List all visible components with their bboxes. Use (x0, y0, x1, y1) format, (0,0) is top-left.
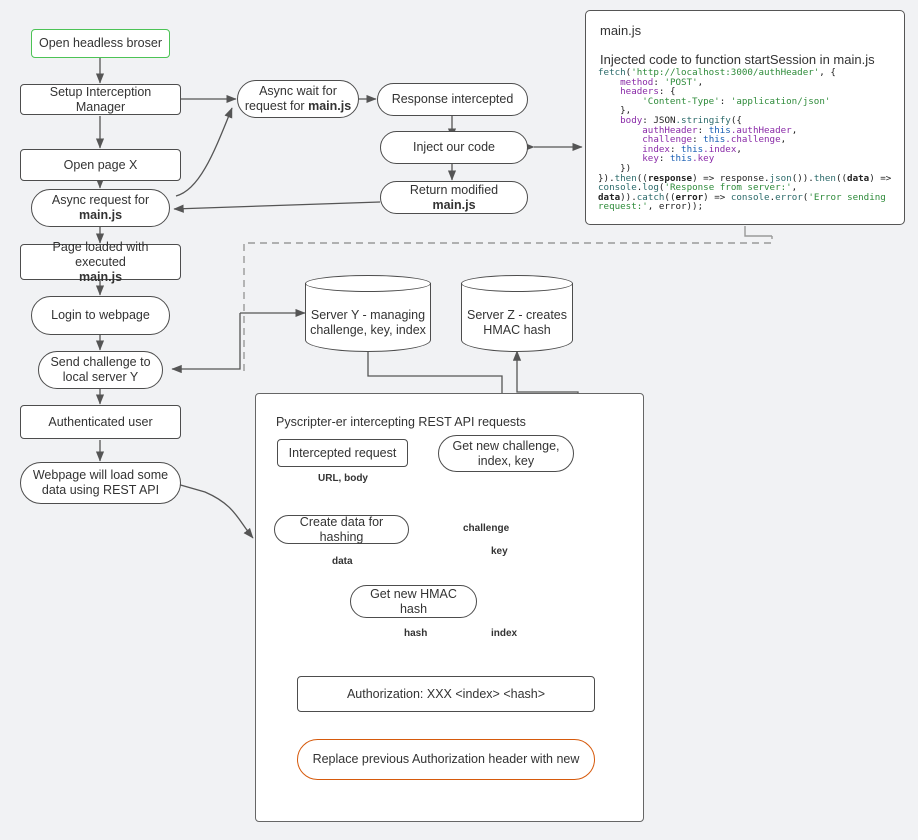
edge-label-index: index (489, 628, 520, 639)
node-label: Get new HMAC hash (370, 586, 457, 616)
rest-api-group-title: Pyscripter-er intercepting REST API requ… (276, 415, 526, 429)
node-authorization-header[interactable]: Authorization: XXX <index> <hash> (297, 676, 595, 712)
code-panel-title: main.js (600, 23, 642, 38)
code-panel-subtitle: Injected code to function startSession i… (600, 52, 875, 67)
node-async-request-mainjs[interactable]: Async request for main.js (31, 189, 170, 227)
node-response-intercepted[interactable]: Response intercepted (377, 83, 528, 116)
node-label: Get new challenge, index, key (452, 438, 560, 468)
node-login-to-webpage[interactable]: Login to webpage (31, 296, 170, 335)
node-label: Login to webpage (51, 308, 150, 322)
node-get-new-challenge[interactable]: Get new challenge, index, key (438, 435, 574, 472)
node-page-loaded-mainjs[interactable]: Page loaded with executed main.js (20, 240, 181, 284)
edge-label-data: data (330, 556, 355, 567)
node-label: Page loaded with executed main.js (52, 239, 149, 284)
node-authenticated-user[interactable]: Authenticated user (20, 405, 181, 439)
node-label: Setup Interception Manager (49, 84, 152, 114)
node-setup-interception-manager[interactable]: Setup Interception Manager (20, 84, 181, 115)
node-label: Authorization: XXX <index> <hash> (346, 686, 546, 701)
node-label: Return modified main.js (409, 182, 499, 212)
edge-label-challenge: challenge (461, 523, 512, 534)
node-label: Intercepted request (288, 445, 397, 460)
node-get-new-hmac-hash[interactable]: Get new HMAC hash (350, 585, 477, 618)
node-label: Send challenge to local server Y (50, 355, 151, 384)
cylinder-top (305, 275, 431, 292)
node-inject-our-code[interactable]: Inject our code (380, 131, 528, 164)
code-panel-source: fetch('http://localhost:3000/authHeader'… (598, 67, 897, 213)
node-label: Authenticated user (48, 414, 153, 429)
node-server-y[interactable]: Server Y - managing challenge, key, index (305, 275, 431, 352)
node-return-modified-mainjs[interactable]: Return modified main.js (380, 181, 528, 214)
node-intercepted-request[interactable]: Intercepted request (277, 439, 408, 467)
node-label: Open page X (63, 157, 138, 172)
code-panel-mainjs[interactable]: main.js Injected code to function startS… (585, 10, 905, 225)
node-label: Server Y - managing challenge, key, index (310, 307, 426, 337)
node-open-page-x[interactable]: Open page X (20, 149, 181, 181)
node-open-headless-browser[interactable]: Open headless broser (31, 29, 170, 58)
node-label: Replace previous Authorization header wi… (312, 752, 580, 766)
edge-label-url-body: URL, body (316, 473, 370, 484)
node-async-wait-request[interactable]: Async wait for request for main.js (237, 80, 359, 118)
node-send-challenge-server-y[interactable]: Send challenge to local server Y (38, 351, 163, 389)
node-label: Server Z - creates HMAC hash (466, 307, 568, 337)
cylinder-top (461, 275, 573, 292)
node-label: Async wait for request for main.js (244, 84, 352, 113)
node-label: Inject our code (413, 140, 495, 154)
node-replace-auth-header[interactable]: Replace previous Authorization header wi… (297, 739, 595, 780)
node-label: Open headless broser (39, 36, 162, 50)
node-webpage-load-rest[interactable]: Webpage will load some data using REST AP… (20, 462, 181, 504)
edge-label-key: key (489, 546, 510, 557)
node-label: Async request for main.js (51, 193, 150, 222)
node-label: Response intercepted (391, 92, 514, 106)
node-create-data-for-hashing[interactable]: Create data for hashing (274, 515, 409, 544)
node-label: Webpage will load some data using REST AP… (32, 468, 169, 497)
node-label: Create data for hashing (299, 514, 384, 544)
edge-label-hash: hash (402, 628, 430, 639)
node-server-z[interactable]: Server Z - creates HMAC hash (461, 275, 573, 352)
